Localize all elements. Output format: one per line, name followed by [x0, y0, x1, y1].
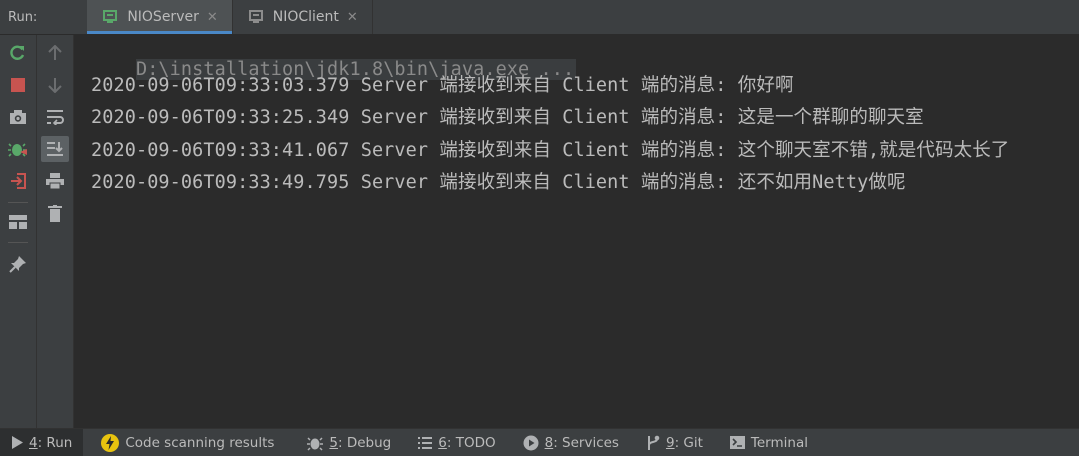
scroll-to-end-icon[interactable] — [41, 136, 69, 162]
tool-num: 9 — [665, 434, 675, 451]
tool-label: : Git — [674, 434, 703, 451]
layout-icon[interactable] — [4, 209, 32, 235]
tool-git[interactable]: 9: Git — [630, 429, 714, 456]
console-line: 2020-09-06T09:33:03.379 Server 端接收到来自 Cl… — [91, 75, 794, 96]
tool-debug[interactable]: 5: Debug — [285, 429, 402, 456]
tab-label: NIOClient — [272, 9, 339, 25]
trash-icon[interactable] — [41, 200, 69, 226]
tool-services-label: 8: Services — [545, 435, 619, 451]
console-line: 2020-09-06T09:33:41.067 Server 端接收到来自 Cl… — [91, 140, 1010, 161]
up-arrow-icon[interactable] — [41, 40, 69, 66]
run-icon — [12, 436, 23, 449]
tool-todo[interactable]: 6: TODO — [402, 429, 506, 456]
tool-num: 5 — [329, 434, 339, 451]
console-side-toolbar — [37, 35, 74, 428]
stop-icon[interactable] — [4, 72, 32, 98]
tool-num: 4 — [29, 434, 38, 451]
pin-icon[interactable] — [4, 251, 32, 277]
tool-code-scanning[interactable]: Code scanning results — [83, 429, 285, 456]
rerun-icon[interactable] — [4, 40, 32, 66]
tool-num: 6 — [438, 434, 447, 451]
tool-label: : Debug — [338, 434, 392, 451]
bug-icon — [307, 436, 324, 451]
lightning-icon — [101, 433, 120, 452]
tool-label: Code scanning results — [125, 434, 275, 451]
terminal-icon — [729, 436, 745, 449]
exit-icon[interactable] — [4, 168, 32, 194]
tool-label: : TODO — [446, 434, 496, 451]
tool-debug-label: 5: Debug — [329, 435, 391, 451]
tool-git-label: 9: Git — [666, 435, 703, 451]
console-line: 2020-09-06T09:33:25.349 Server 端接收到来自 Cl… — [91, 107, 924, 128]
tab-nioclient[interactable]: NIOClient ✕ — [233, 0, 373, 34]
close-icon[interactable]: ✕ — [207, 10, 218, 25]
down-arrow-icon[interactable] — [41, 72, 69, 98]
git-icon — [647, 435, 660, 450]
tool-window-bar: 4: Run Code scanning results 5: Debug 6:… — [0, 428, 1079, 456]
close-icon[interactable]: ✕ — [347, 10, 358, 25]
tab-label: NIOServer — [127, 9, 199, 25]
tool-label: : Run — [37, 434, 73, 451]
soft-wrap-icon[interactable] — [41, 104, 69, 130]
console-app-icon — [103, 10, 119, 24]
console-line: 2020-09-06T09:33:49.795 Server 端接收到来自 Cl… — [91, 172, 906, 193]
console-output[interactable]: D:\installation\jdk1.8\bin\java.exe ... … — [74, 35, 1079, 428]
console-app-icon — [248, 10, 265, 24]
tool-services[interactable]: 8: Services — [507, 429, 630, 456]
debug-bug-icon[interactable] — [4, 136, 32, 162]
tool-terminal[interactable]: Terminal — [714, 429, 819, 456]
print-icon[interactable] — [41, 168, 69, 194]
list-icon — [418, 436, 433, 449]
tool-todo-label: 6: TODO — [438, 435, 495, 451]
tool-label: Terminal — [750, 434, 808, 451]
tab-nioserver[interactable]: NIOServer ✕ — [87, 0, 233, 34]
camera-icon[interactable] — [4, 104, 32, 130]
tool-num: 8 — [544, 434, 554, 451]
tool-run[interactable]: 4: Run — [0, 429, 84, 456]
run-actions-toolbar — [0, 35, 37, 428]
run-tab-bar: Run: NIOServer ✕ NIOClient ✕ — [0, 0, 1079, 35]
services-icon — [523, 435, 539, 450]
run-label: Run: — [8, 9, 38, 25]
tool-label: : Services — [553, 434, 619, 451]
tool-run-label: 4: Run — [29, 435, 72, 451]
